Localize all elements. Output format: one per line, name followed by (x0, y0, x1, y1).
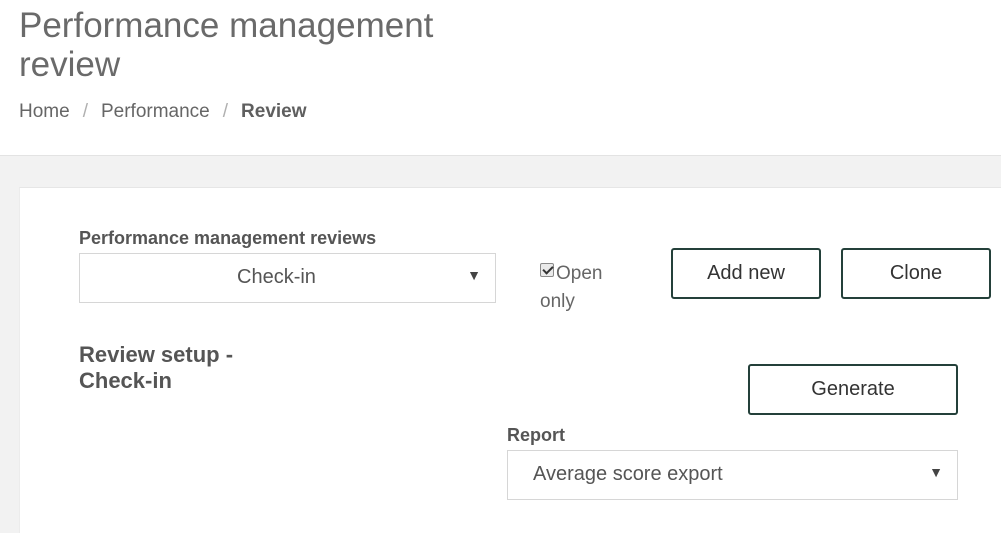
breadcrumb-home[interactable]: Home (19, 100, 70, 124)
report-select[interactable]: Average score export ▼ (507, 450, 958, 500)
report-select-value: Average score export (533, 463, 723, 485)
checkbox-checked-icon[interactable] (540, 263, 554, 277)
breadcrumb-performance[interactable]: Performance (101, 100, 210, 124)
page-header: Performance management review Home / Per… (0, 0, 1001, 155)
review-select-value: Check-in (237, 266, 316, 288)
breadcrumb-review: Review (241, 101, 307, 122)
clone-button[interactable]: Clone (841, 248, 991, 299)
page-title: Performance management review (19, 6, 434, 84)
breadcrumb-separator: / (222, 101, 229, 122)
caret-down-icon: ▼ (929, 464, 943, 480)
report-label: Report (507, 425, 565, 445)
reviews-label: Performance management reviews (79, 228, 377, 248)
add-new-button[interactable]: Add new (671, 248, 821, 299)
caret-down-icon: ▼ (467, 267, 481, 283)
breadcrumb-separator: / (82, 101, 88, 122)
review-setup-title: Review setup - Check-in (79, 342, 234, 393)
open-only-toggle[interactable]: Open only (540, 260, 630, 316)
breadcrumb: Home / Performance / Review (19, 100, 307, 124)
review-select[interactable]: Check-in ▼ (79, 253, 496, 303)
generate-button[interactable]: Generate (748, 364, 958, 415)
